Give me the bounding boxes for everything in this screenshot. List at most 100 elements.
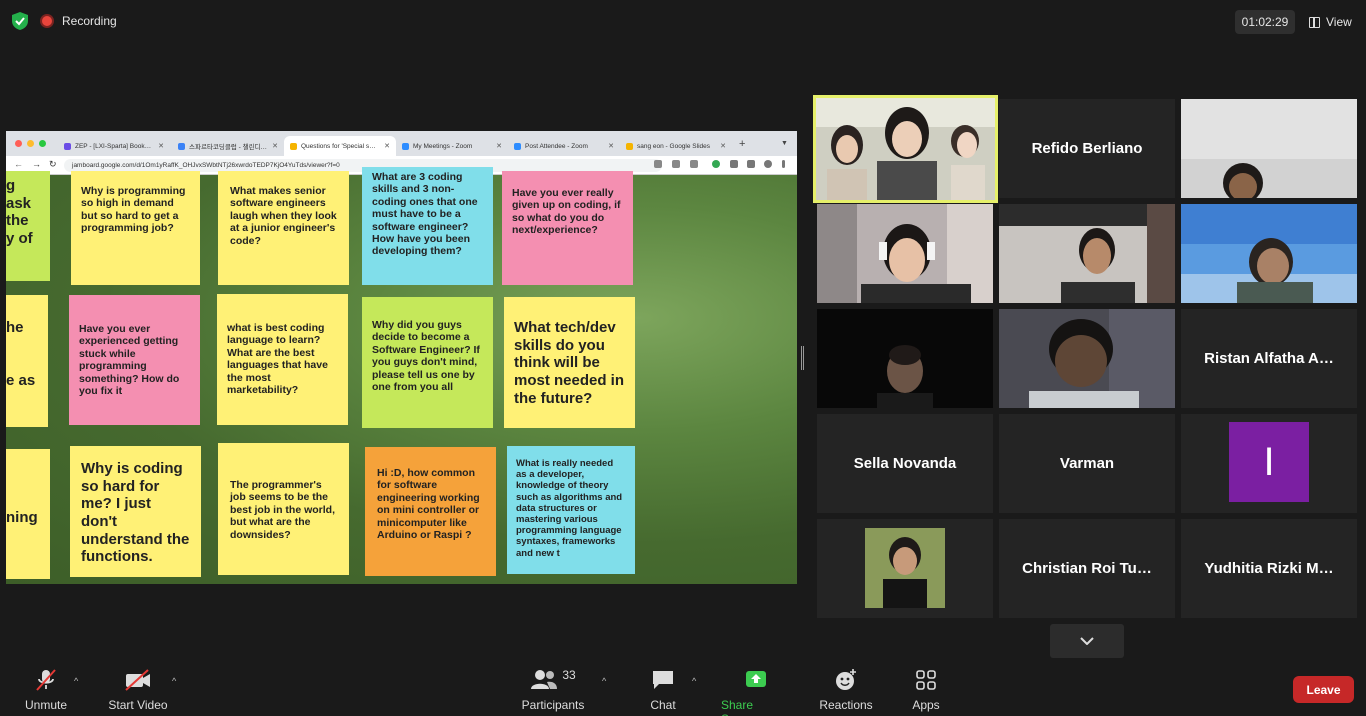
sticky-note[interactable]: he e as bbox=[6, 295, 48, 427]
apps-button[interactable]: Apps bbox=[911, 668, 941, 712]
participants-button[interactable]: 33 Participants bbox=[521, 668, 585, 712]
chevron-down-icon bbox=[1080, 637, 1094, 645]
participant-name-tile[interactable]: Sella Novanda bbox=[817, 414, 993, 513]
close-tab-icon[interactable]: ✕ bbox=[608, 142, 614, 150]
browser-tab[interactable]: My Meetings - Zoom ✕ bbox=[396, 136, 508, 156]
participant-video-tile[interactable] bbox=[1181, 204, 1357, 303]
video-feed bbox=[817, 309, 993, 408]
participant-video-tile[interactable] bbox=[817, 204, 993, 303]
jamboard-canvas: g ask the y of Why is programming so hig… bbox=[6, 167, 797, 584]
participant-name-tile[interactable]: Refido Berliano bbox=[999, 99, 1175, 198]
next-page-button[interactable] bbox=[1050, 624, 1124, 658]
browser-tab-title: Questions for 'Special s… bbox=[301, 142, 376, 150]
layout-icon bbox=[1309, 16, 1320, 28]
browser-tab[interactable]: 스파르타코딩클럽 - 챌린디… ✕ bbox=[172, 136, 284, 156]
sticky-note[interactable]: What are 3 coding skills and 3 non-codin… bbox=[362, 167, 493, 285]
tab-favicon-icon bbox=[178, 142, 185, 150]
close-tab-icon[interactable]: ✕ bbox=[158, 142, 164, 150]
browser-tab-active[interactable]: Questions for 'Special s… ✕ bbox=[284, 136, 396, 156]
participant-video-tile[interactable] bbox=[999, 204, 1175, 303]
browser-tab-title: Post Attendee - Zoom bbox=[525, 142, 588, 150]
recording-label: Recording bbox=[62, 14, 117, 28]
audio-options-icon[interactable]: ^ bbox=[74, 676, 78, 686]
sticky-note[interactable]: Hi :D, how common for software engineeri… bbox=[365, 447, 496, 576]
sticky-note[interactable]: What makes senior software engineers lau… bbox=[218, 171, 349, 285]
video-feed bbox=[1181, 99, 1357, 198]
recording-indicator[interactable]: Recording bbox=[40, 11, 117, 31]
participant-video-tile[interactable] bbox=[817, 519, 993, 618]
sidebar-icon[interactable] bbox=[747, 160, 755, 168]
minimize-window-icon[interactable] bbox=[27, 140, 34, 147]
split-handle[interactable] bbox=[801, 346, 804, 370]
share-screen-button[interactable]: Share Screen bbox=[721, 668, 791, 716]
sticky-note[interactable]: Have you ever experienced getting stuck … bbox=[69, 295, 200, 425]
video-feed bbox=[999, 204, 1175, 303]
participant-name: Refido Berliano bbox=[1031, 140, 1143, 157]
participant-name-tile[interactable]: Varman bbox=[999, 414, 1175, 513]
apps-label: Apps bbox=[912, 698, 940, 712]
window-controls bbox=[15, 140, 46, 147]
reload-icon[interactable]: ↻ bbox=[49, 159, 57, 170]
back-icon[interactable]: ← bbox=[14, 159, 23, 169]
participants-options-icon[interactable]: ^ bbox=[602, 676, 606, 686]
sticky-note[interactable]: The programmer's job seems to be the bes… bbox=[218, 443, 349, 575]
view-button[interactable]: View bbox=[1303, 10, 1359, 34]
tab-favicon-icon bbox=[64, 142, 71, 150]
participant-name: Christian Roi Tu… bbox=[1022, 560, 1152, 577]
start-video-button[interactable]: Start Video bbox=[108, 668, 168, 712]
browser-menu-icon[interactable] bbox=[782, 160, 785, 168]
participant-name: Ristan Alfatha A… bbox=[1204, 350, 1334, 367]
shield-check-icon[interactable] bbox=[12, 12, 28, 30]
shared-screen: ZEP - [LXI-Sparta] Book… ✕ 스파르타코딩클럽 - 챌린… bbox=[6, 131, 797, 584]
participant-name: Yudhitia Rizki M… bbox=[1204, 560, 1334, 577]
participant-video-tile[interactable] bbox=[813, 95, 998, 203]
sticky-note[interactable]: Why is programming so high in demand but… bbox=[71, 171, 200, 285]
video-feed bbox=[999, 309, 1175, 408]
sticky-note[interactable]: ning bbox=[6, 449, 50, 579]
participant-video-tile[interactable] bbox=[999, 309, 1175, 408]
sticky-note[interactable]: What tech/dev skills do you think will b… bbox=[504, 297, 635, 428]
reactions-button[interactable]: Reactions bbox=[819, 668, 873, 712]
share-icon[interactable] bbox=[672, 160, 680, 168]
sticky-note[interactable]: what is best coding language to learn? W… bbox=[217, 294, 348, 425]
sticky-note[interactable]: Have you ever really given up on coding,… bbox=[502, 171, 633, 285]
view-label: View bbox=[1326, 15, 1352, 29]
bookmark-star-icon[interactable] bbox=[690, 160, 698, 168]
maximize-window-icon[interactable] bbox=[39, 140, 46, 147]
participant-video-tile[interactable] bbox=[817, 309, 993, 408]
profile-avatar-icon[interactable] bbox=[764, 160, 772, 168]
close-window-icon[interactable] bbox=[15, 140, 22, 147]
tab-search-icon[interactable]: ▼ bbox=[781, 140, 788, 147]
chat-button[interactable]: Chat bbox=[648, 668, 678, 712]
sticky-note[interactable]: g ask the y of bbox=[6, 171, 50, 281]
close-tab-icon[interactable]: ✕ bbox=[384, 142, 390, 150]
browser-tab[interactable]: sang eon - Google Slides ✕ bbox=[620, 136, 732, 156]
camera-off-icon bbox=[125, 669, 150, 691]
participant-name-tile[interactable]: Yudhitia Rizki M… bbox=[1181, 519, 1357, 618]
chat-options-icon[interactable]: ^ bbox=[692, 676, 696, 686]
close-tab-icon[interactable]: ✕ bbox=[272, 142, 278, 150]
share-screen-label: Share Screen bbox=[721, 698, 759, 716]
forward-icon[interactable]: → bbox=[32, 159, 41, 169]
profile-photo bbox=[817, 519, 993, 618]
participant-name-tile[interactable]: Christian Roi Tu… bbox=[999, 519, 1175, 618]
extensions-puzzle-icon[interactable] bbox=[730, 160, 738, 168]
participant-name-tile[interactable]: Ristan Alfatha A… bbox=[1181, 309, 1357, 408]
participant-avatar-tile[interactable]: I bbox=[1181, 414, 1357, 513]
zoom-icon[interactable] bbox=[654, 160, 662, 168]
participant-name: Varman bbox=[1059, 455, 1115, 472]
unmute-button[interactable]: Unmute bbox=[24, 668, 68, 712]
participant-video-tile[interactable] bbox=[1181, 99, 1357, 198]
tab-favicon-icon bbox=[626, 142, 633, 150]
sticky-note[interactable]: What is really needed as a developer, kn… bbox=[507, 446, 635, 574]
extension-icon[interactable] bbox=[712, 160, 720, 168]
sticky-note[interactable]: Why is coding so hard for me? I just don… bbox=[70, 446, 201, 577]
leave-button[interactable]: Leave bbox=[1293, 676, 1354, 703]
video-options-icon[interactable]: ^ bbox=[172, 676, 176, 686]
close-tab-icon[interactable]: ✕ bbox=[496, 142, 502, 150]
new-tab-icon[interactable]: + bbox=[739, 138, 745, 150]
close-tab-icon[interactable]: ✕ bbox=[720, 142, 726, 150]
browser-tab[interactable]: ZEP - [LXI-Sparta] Book… ✕ bbox=[58, 136, 170, 156]
sticky-note[interactable]: Why did you guys decide to become a Soft… bbox=[362, 297, 493, 428]
browser-tab[interactable]: Post Attendee - Zoom ✕ bbox=[508, 136, 620, 156]
